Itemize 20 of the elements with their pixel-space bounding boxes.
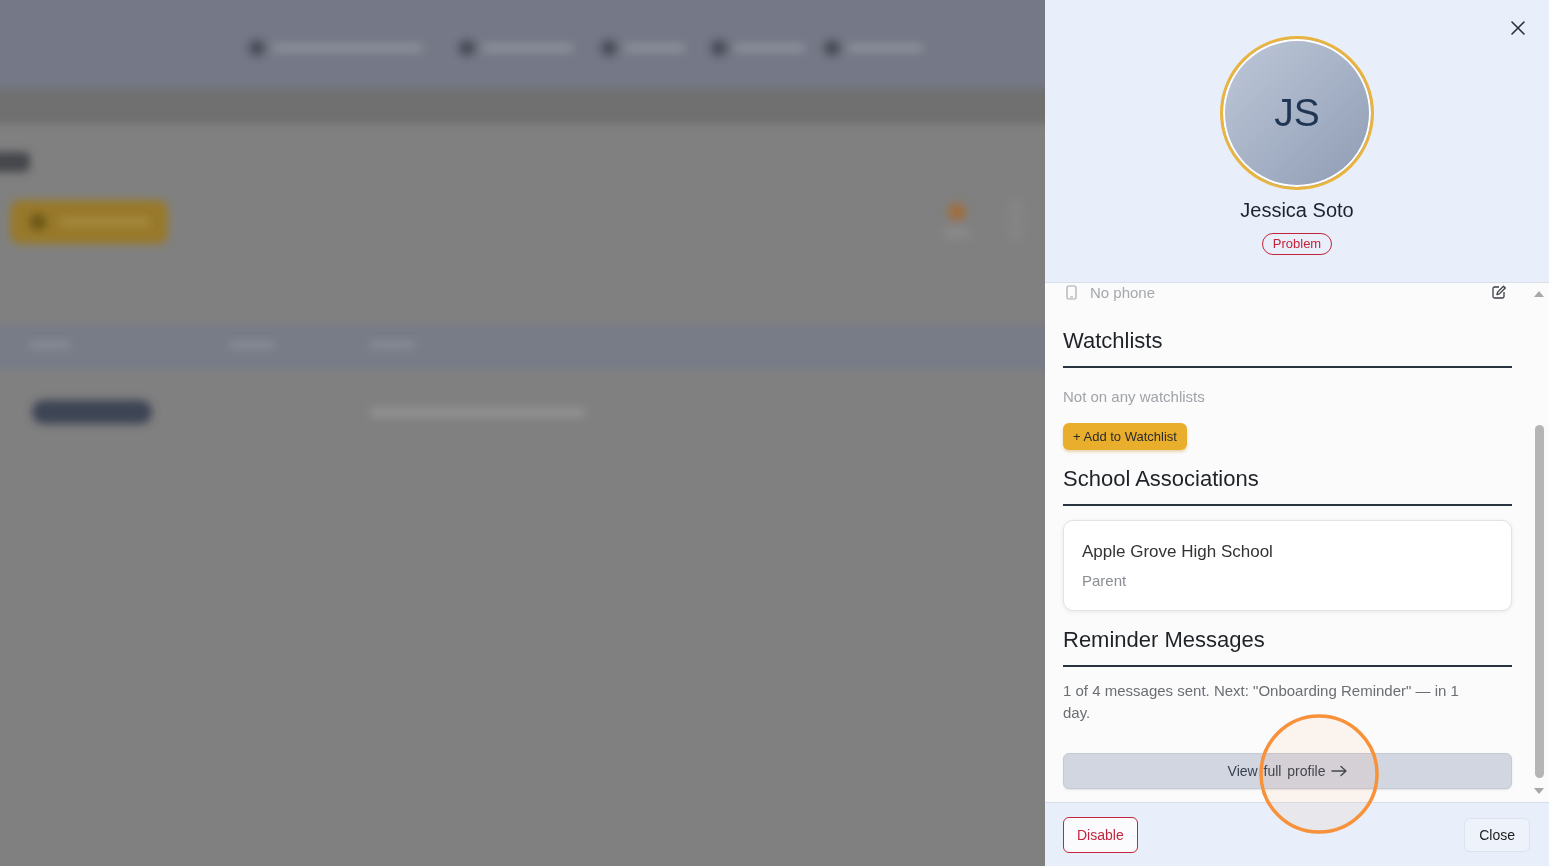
phone-icon xyxy=(1066,284,1077,300)
school-name: Apple Grove High School xyxy=(1082,541,1274,563)
avatar: JS xyxy=(1220,36,1374,190)
section-heading: Reminder Messages xyxy=(1063,626,1512,667)
reminder-status-text: 1 of 4 messages sent. Next: "Onboarding Reminder" — in 1 day. xyxy=(1063,681,1460,723)
role-text: Parent xyxy=(1082,571,1128,591)
empty-state-text: Not on any watchlists xyxy=(1063,387,1206,407)
section-heading: Watchlists xyxy=(1063,327,1512,368)
add-to-watchlist-button[interactable]: + Add to Watchlist xyxy=(1063,423,1187,450)
close-icon xyxy=(1511,21,1525,35)
click-highlight-ring-icon xyxy=(1256,712,1381,836)
section-heading: School Associations xyxy=(1063,465,1512,506)
edit-icon xyxy=(1492,285,1506,299)
disable-button[interactable]: Disable xyxy=(1063,816,1138,853)
user-name: Jessica Soto xyxy=(1240,198,1354,222)
view-full-profile-button[interactable]: View full profile xyxy=(1063,753,1512,789)
phone-text: No phone xyxy=(1090,283,1157,301)
edit-button[interactable] xyxy=(1492,285,1506,299)
close-button[interactable]: Close xyxy=(1464,817,1530,852)
arrow-right-icon xyxy=(1331,765,1348,777)
